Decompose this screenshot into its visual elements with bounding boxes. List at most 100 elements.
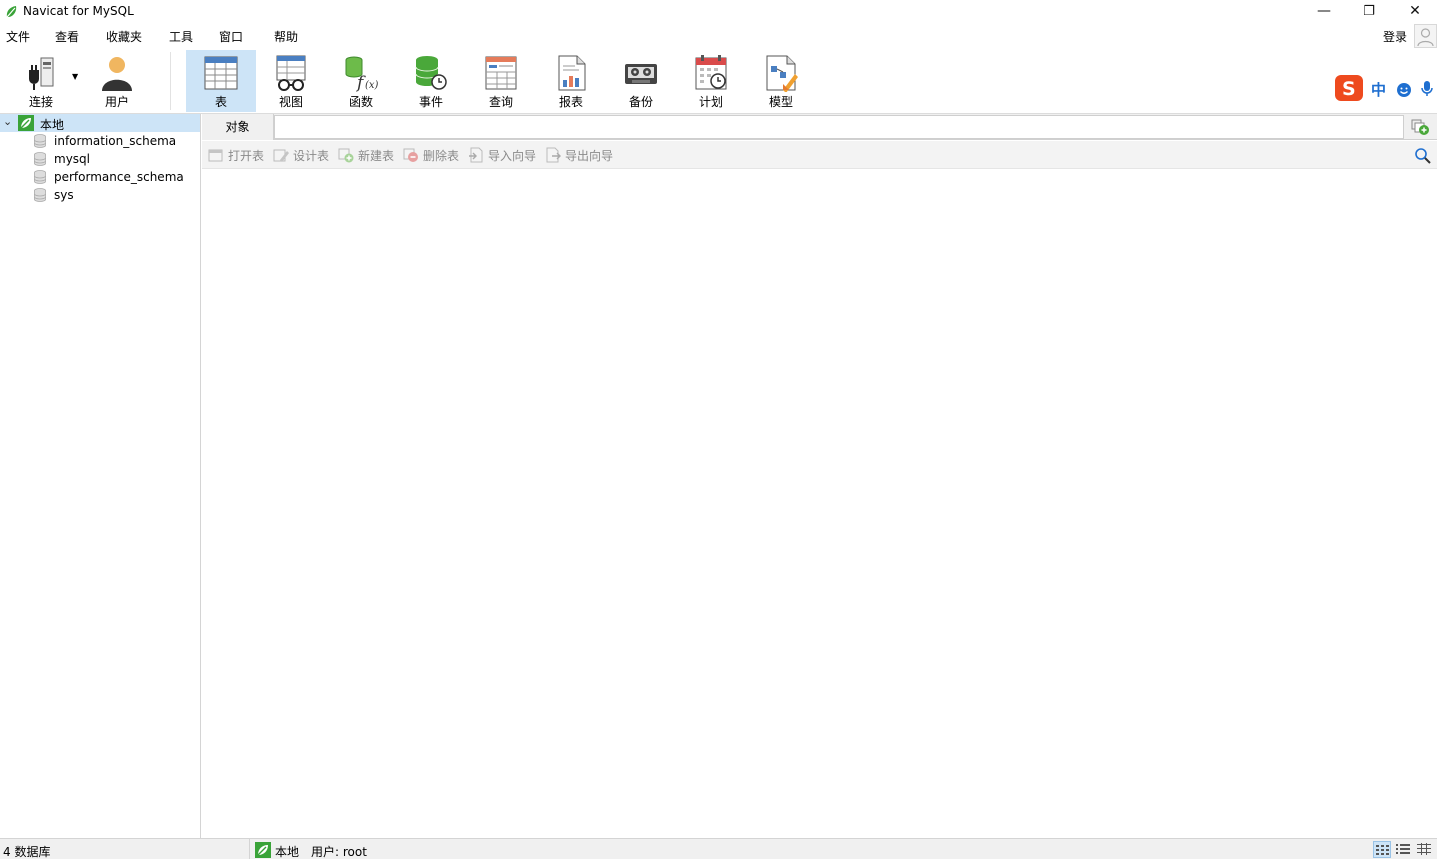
toolbar-label: 函数 [348, 95, 373, 109]
database-icon [34, 170, 46, 184]
ime-toolbar[interactable]: S 中 [1334, 74, 1437, 102]
query-icon [485, 56, 517, 90]
toolbar-connection-button[interactable]: ▼ 连接 [6, 50, 78, 112]
expand-arrow-icon[interactable]: ⌄ [3, 115, 12, 128]
toolbar-function-button[interactable]: f (x) 函数 [326, 50, 396, 112]
plug-icon [29, 57, 54, 90]
grid-view-icon [1376, 845, 1389, 855]
toolbar-schedule-button[interactable]: 计划 [676, 50, 746, 112]
table-icon [204, 56, 238, 90]
svg-text:(x): (x) [365, 80, 379, 91]
tree-connection-local[interactable]: ⌄ 本地 [0, 114, 200, 132]
toolbar-label: 模型 [768, 95, 793, 109]
event-icon [415, 56, 447, 90]
action-label: 新建表 [358, 149, 395, 163]
close-button[interactable]: ✕ [1392, 0, 1437, 22]
list-view-button[interactable] [1395, 841, 1413, 858]
menu-file[interactable]: 文件 [6, 28, 30, 45]
design-table-icon [273, 149, 289, 162]
new-table-icon [338, 148, 354, 163]
tab-objects[interactable]: 对象 [202, 114, 274, 140]
toolbar-label: 表 [214, 95, 227, 109]
menu-view[interactable]: 查看 [55, 28, 79, 45]
connection-name: 本地 [40, 118, 65, 132]
new-table-button[interactable]: 新建表 [338, 147, 394, 165]
database-name: mysql [54, 152, 90, 166]
sogou-logo-icon: S [1335, 75, 1363, 101]
chevron-down-icon[interactable]: ▼ [72, 72, 78, 81]
object-panel: 对象 打开表 设计表 新建表 删除表 导入向导 导出向导 [202, 114, 1437, 838]
status-bar: 4 数据库 本地 用户: root [0, 838, 1437, 859]
report-icon [558, 55, 586, 91]
status-user: 用户: root [311, 845, 367, 859]
menu-tools[interactable]: 工具 [169, 28, 193, 45]
restore-button[interactable]: ❐ [1346, 0, 1392, 22]
toolbar-view-button[interactable]: 视图 [256, 50, 326, 112]
toolbar-label: 报表 [558, 95, 583, 109]
schedule-icon [695, 55, 727, 90]
import-wizard-button[interactable]: 导入向导 [468, 147, 536, 165]
microphone-icon[interactable] [1420, 80, 1434, 98]
toolbar-backup-button[interactable]: 备份 [606, 50, 676, 112]
toolbar-report-button[interactable]: 报表 [536, 50, 606, 112]
connection-icon [255, 842, 271, 858]
menu-favorites[interactable]: 收藏夹 [106, 28, 142, 45]
menu-window[interactable]: 窗口 [219, 28, 243, 45]
action-label: 删除表 [423, 149, 460, 163]
ime-language-indicator[interactable]: 中 [1371, 79, 1386, 100]
menu-help[interactable]: 帮助 [274, 28, 298, 45]
toolbar-label: 备份 [628, 95, 653, 109]
database-name: performance_schema [54, 170, 184, 184]
toolbar-table-button[interactable]: 表 [186, 50, 256, 112]
delete-table-icon [403, 148, 418, 162]
database-icon [34, 188, 46, 202]
import-wizard-icon [469, 147, 483, 163]
database-count: 4 数据库 [3, 845, 51, 859]
search-icon[interactable] [1414, 147, 1432, 165]
grid-view-button[interactable] [1373, 841, 1391, 858]
database-icon [34, 152, 46, 166]
action-label: 设计表 [293, 149, 330, 163]
detail-view-button[interactable] [1416, 841, 1434, 858]
navicat-logo-icon [6, 6, 17, 18]
smiley-icon[interactable] [1396, 82, 1412, 98]
toolbar-user-button[interactable]: 用户 [82, 50, 152, 112]
open-table-icon [208, 149, 223, 162]
status-connection: 本地 [275, 845, 300, 859]
detail-view-icon [1417, 843, 1431, 855]
export-wizard-button[interactable]: 导出向导 [545, 147, 613, 165]
menu-bar: 文件 查看 收藏夹 工具 窗口 帮助 登录 [0, 24, 1437, 48]
design-table-button[interactable]: 设计表 [273, 147, 329, 165]
function-icon: f (x) [345, 56, 379, 92]
action-label: 导入向导 [488, 149, 537, 163]
view-icon [276, 55, 306, 91]
action-label: 打开表 [228, 149, 265, 163]
export-wizard-icon [546, 147, 561, 163]
svg-text:S: S [1342, 78, 1356, 100]
open-table-button[interactable]: 打开表 [208, 147, 264, 165]
login-link[interactable]: 登录 [1383, 28, 1407, 45]
database-name: information_schema [54, 134, 177, 148]
database-icon [34, 134, 46, 148]
minimize-button[interactable]: — [1301, 0, 1347, 22]
account-avatar[interactable] [1414, 24, 1437, 48]
new-tab-icon[interactable] [1410, 118, 1430, 136]
toolbar-label: 事件 [418, 95, 443, 109]
toolbar-label: 用户 [104, 95, 129, 109]
tab-strip: 对象 [202, 114, 1437, 140]
model-icon [766, 55, 798, 92]
toolbar-label: 视图 [278, 95, 303, 109]
title-bar: Navicat for MySQL — ❐ ✕ [0, 0, 1437, 24]
delete-table-button[interactable]: 删除表 [403, 147, 459, 165]
tab-strip-empty-area [274, 115, 1404, 139]
toolbar-label: 连接 [28, 95, 53, 109]
status-divider [249, 839, 250, 859]
main-toolbar: ▼ 连接 用户 表 视图 f (x) 函数 事件 查询 报表 备份 计划 模型 [0, 48, 1437, 114]
toolbar-model-button[interactable]: 模型 [746, 50, 816, 112]
toolbar-separator [170, 52, 171, 110]
toolbar-event-button[interactable]: 事件 [396, 50, 466, 112]
toolbar-query-button[interactable]: 查询 [466, 50, 536, 112]
list-view-icon [1396, 844, 1410, 854]
connection-tree: ⌄ 本地 information_schema mysql performanc… [0, 114, 201, 838]
toolbar-label: 计划 [698, 95, 723, 109]
